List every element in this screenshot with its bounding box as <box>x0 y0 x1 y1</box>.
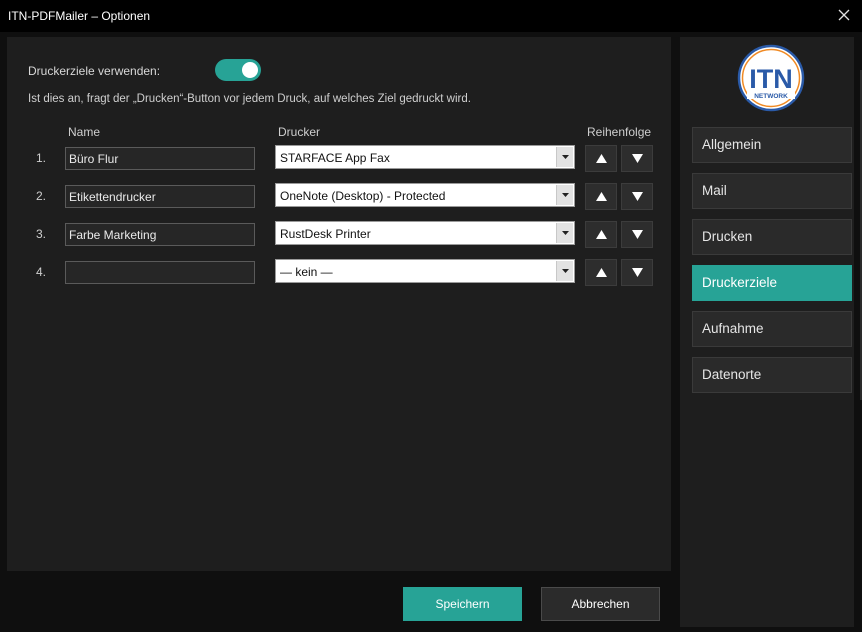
logo-subtitle: NETWORK <box>754 93 788 100</box>
cancel-button[interactable]: Abbrechen <box>541 587 660 621</box>
move-down-button-1[interactable] <box>621 145 653 172</box>
printer-targets-panel: Druckerziele verwenden: Ist dies an, fra… <box>7 37 671 571</box>
move-up-button-1[interactable] <box>585 145 617 172</box>
printer-select-value: STARFACE App Fax <box>280 151 390 165</box>
move-down-button-3[interactable] <box>621 221 653 248</box>
move-down-button-4[interactable] <box>621 259 653 286</box>
target-name-input-2[interactable] <box>65 185 255 208</box>
dropdown-arrow-icon <box>556 261 573 281</box>
target-name-input-1[interactable] <box>65 147 255 170</box>
nav-item-drucken[interactable]: Drucken <box>692 219 852 255</box>
column-header-printer: Drucker <box>278 125 321 139</box>
logo-letters: ITN <box>749 64 793 94</box>
column-header-name: Name <box>68 125 101 139</box>
nav-item-aufnahme[interactable]: Aufnahme <box>692 311 852 347</box>
nav-item-mail[interactable]: Mail <box>692 173 852 209</box>
arrow-up-icon <box>595 192 607 201</box>
target-name-input-3[interactable] <box>65 223 255 246</box>
printer-select-3[interactable]: RustDesk Printer <box>275 221 575 245</box>
printer-select-value: OneNote (Desktop) - Protected <box>280 189 446 203</box>
printer-targets-hint: Ist dies an, fragt der „Drucken“-Button … <box>28 93 471 105</box>
use-printer-targets-label: Druckerziele verwenden: <box>28 64 161 78</box>
printer-select-4[interactable]: — kein — <box>275 259 575 283</box>
arrow-down-icon <box>631 268 643 277</box>
title-bar: ITN-PDFMailer – Optionen <box>0 0 862 32</box>
toggle-knob <box>242 62 258 78</box>
dropdown-arrow-icon <box>556 185 573 205</box>
column-header-order: Reihenfolge <box>587 125 652 139</box>
row-number: 1. <box>36 151 47 165</box>
printer-select-value: — kein — <box>280 265 333 279</box>
target-name-input-4[interactable] <box>65 261 255 284</box>
arrow-down-icon <box>631 230 643 239</box>
nav-item-datenorte[interactable]: Datenorte <box>692 357 852 393</box>
use-printer-targets-toggle[interactable] <box>215 59 261 81</box>
move-up-button-4[interactable] <box>585 259 617 286</box>
arrow-down-icon <box>631 154 643 163</box>
arrow-up-icon <box>595 230 607 239</box>
arrow-up-icon <box>595 268 607 277</box>
arrow-down-icon <box>631 192 643 201</box>
dropdown-arrow-icon <box>556 147 573 167</box>
printer-select-1[interactable]: STARFACE App Fax <box>275 145 575 169</box>
nav-item-druckerziele[interactable]: Druckerziele <box>692 265 852 301</box>
options-sidebar: ITN NETWORK Allgemein Mail Drucken Druck… <box>680 37 854 627</box>
move-up-button-2[interactable] <box>585 183 617 210</box>
printer-select-2[interactable]: OneNote (Desktop) - Protected <box>275 183 575 207</box>
row-number: 3. <box>36 227 47 241</box>
itn-network-logo: ITN NETWORK <box>737 44 805 112</box>
window-title: ITN-PDFMailer – Optionen <box>8 9 151 23</box>
row-number: 2. <box>36 189 47 203</box>
move-down-button-2[interactable] <box>621 183 653 210</box>
close-button[interactable] <box>832 4 856 26</box>
printer-select-value: RustDesk Printer <box>280 227 371 241</box>
arrow-up-icon <box>595 154 607 163</box>
row-number: 4. <box>36 265 47 279</box>
save-button[interactable]: Speichern <box>403 587 522 621</box>
nav-item-allgemein[interactable]: Allgemein <box>692 127 852 163</box>
close-icon <box>838 9 850 21</box>
dropdown-arrow-icon <box>556 223 573 243</box>
move-up-button-3[interactable] <box>585 221 617 248</box>
